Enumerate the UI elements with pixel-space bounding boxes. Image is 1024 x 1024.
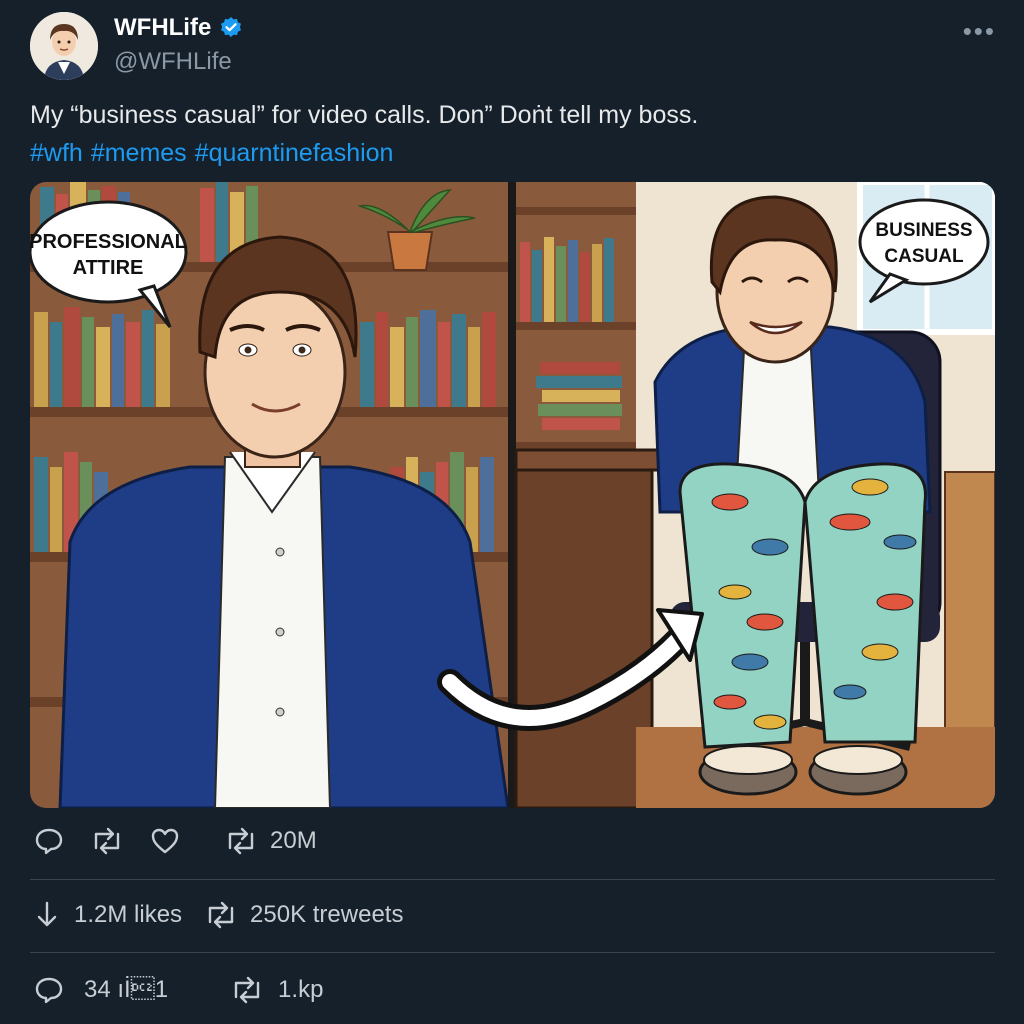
retweet-count: 20M xyxy=(270,827,317,854)
author-name-row: WFHLife xyxy=(114,14,243,42)
verified-badge-icon xyxy=(219,16,243,40)
speech-bubble-right-line1: BUSINESS xyxy=(875,220,972,241)
action-bar-secondary: 34 ıİ1 1.kp xyxy=(34,975,323,1005)
hashtag-quarntinefashion[interactable]: #quarntinefashion xyxy=(195,139,394,167)
hashtag-line: #wfh #memes #quarntinefashion xyxy=(30,134,401,172)
reply-icon[interactable] xyxy=(34,975,64,1005)
speech-bubble-left-line2: ATTIRE xyxy=(73,257,144,279)
reply-count: 34 ıİ1 xyxy=(84,976,169,1003)
retweets-count[interactable]: 250K treweets xyxy=(250,901,403,929)
more-options-icon[interactable]: ••• xyxy=(963,16,996,47)
avatar[interactable] xyxy=(30,12,98,80)
engagement-stats: 1.2M likes 250K treweets xyxy=(34,900,403,930)
action-bar-primary: 20M xyxy=(34,826,317,856)
hashtag-memes[interactable]: #memes xyxy=(91,139,187,167)
tweet-media-image[interactable]: PROFESSIONAL ATTIRE BUSINESS CASUAL xyxy=(30,182,995,808)
likes-count[interactable]: 1.2M likes xyxy=(74,901,182,929)
divider xyxy=(30,952,995,953)
retweet-icon[interactable] xyxy=(90,826,124,856)
retweet-icon[interactable] xyxy=(224,826,258,856)
retweet-count: 1.kp xyxy=(278,976,324,1003)
retweet-icon xyxy=(204,900,238,930)
tweet-text: My “business casual” for video calls. Do… xyxy=(30,101,699,129)
speech-bubble-left-line1: PROFESSIONAL xyxy=(30,231,187,253)
arrow-down-icon xyxy=(34,900,60,930)
divider xyxy=(30,879,995,880)
author-handle[interactable]: @WFHLife xyxy=(114,48,232,76)
left-panel-illustration: PROFESSIONAL ATTIRE xyxy=(30,182,510,808)
hashtag-wfh[interactable]: #wfh xyxy=(30,139,83,167)
author-display-name[interactable]: WFHLife xyxy=(114,14,211,42)
speech-bubble-right-line2: CASUAL xyxy=(884,246,964,267)
like-heart-icon[interactable] xyxy=(150,826,180,856)
reply-icon[interactable] xyxy=(34,826,64,856)
retweet-icon[interactable] xyxy=(230,975,264,1005)
